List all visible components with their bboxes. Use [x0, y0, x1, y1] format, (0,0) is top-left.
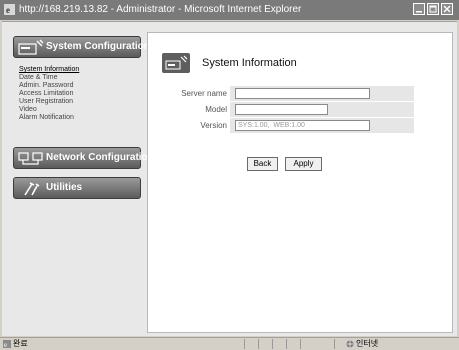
minimize-button[interactable] — [413, 3, 425, 15]
status-bar: e 완료 인터넷 — [0, 337, 459, 350]
submenu-date-time[interactable]: Date & Time — [19, 74, 79, 82]
model-input[interactable] — [235, 104, 328, 115]
internet-explorer-icon: e — [4, 4, 15, 15]
submenu-video[interactable]: Video — [19, 106, 79, 114]
version-row: Version — [148, 118, 454, 134]
submenu-admin-password[interactable]: Admin. Password — [19, 82, 79, 90]
status-dividers — [244, 339, 335, 349]
window-titlebar[interactable]: e http://168.219.13.82 - Administrator -… — [0, 0, 459, 20]
internet-zone-text: 인터넷 — [356, 339, 379, 348]
utilities-label: Utilities — [46, 182, 83, 193]
network-configuration-button[interactable]: Network Configuration — [13, 147, 154, 169]
submenu-alarm-notification[interactable]: Alarm Notification — [19, 114, 79, 122]
page-title: System Information — [202, 57, 297, 69]
close-icon — [443, 5, 451, 13]
system-configuration-button[interactable]: System Configuration — [13, 36, 150, 58]
system-info-icon — [162, 53, 190, 73]
system-configuration-label: System Configuration — [46, 41, 150, 52]
page-done-icon: e — [3, 340, 11, 348]
close-button[interactable] — [441, 3, 453, 15]
internet-zone-icon — [346, 340, 354, 348]
window-title: http://168.219.13.82 - Administrator - M… — [19, 4, 302, 15]
system-configuration-submenu: System Information Date & Time Admin. Pa… — [19, 66, 79, 122]
browser-content: System Configuration System Information … — [2, 21, 457, 336]
model-label: Model — [205, 105, 227, 114]
apply-button[interactable]: Apply — [285, 157, 322, 171]
utilities-wrench-icon — [24, 182, 40, 196]
system-config-icon — [18, 39, 44, 55]
maximize-button[interactable] — [427, 3, 439, 15]
back-button[interactable]: Back — [247, 157, 278, 171]
maximize-icon — [429, 5, 437, 13]
version-label: Version — [200, 121, 227, 130]
utilities-button[interactable]: Utilities — [13, 177, 141, 199]
server-name-row: Server name — [148, 86, 454, 102]
system-information-panel: System Information Server name Model Ver… — [147, 32, 453, 333]
network-configuration-label: Network Configuration — [46, 152, 154, 163]
submenu-system-information[interactable]: System Information — [19, 66, 79, 74]
svg-text:e: e — [4, 341, 7, 348]
server-name-input[interactable] — [235, 88, 370, 99]
svg-text:e: e — [6, 5, 10, 15]
submenu-user-registration[interactable]: User Registration — [19, 98, 79, 106]
server-name-label: Server name — [181, 89, 227, 98]
network-config-icon — [18, 152, 43, 165]
status-text: 완료 — [13, 339, 28, 348]
sidebar: System Configuration System Information … — [2, 22, 154, 336]
version-field — [235, 120, 370, 131]
submenu-access-limitation[interactable]: Access Limitation — [19, 90, 79, 98]
model-row: Model — [148, 102, 454, 118]
minimize-icon — [416, 11, 422, 13]
